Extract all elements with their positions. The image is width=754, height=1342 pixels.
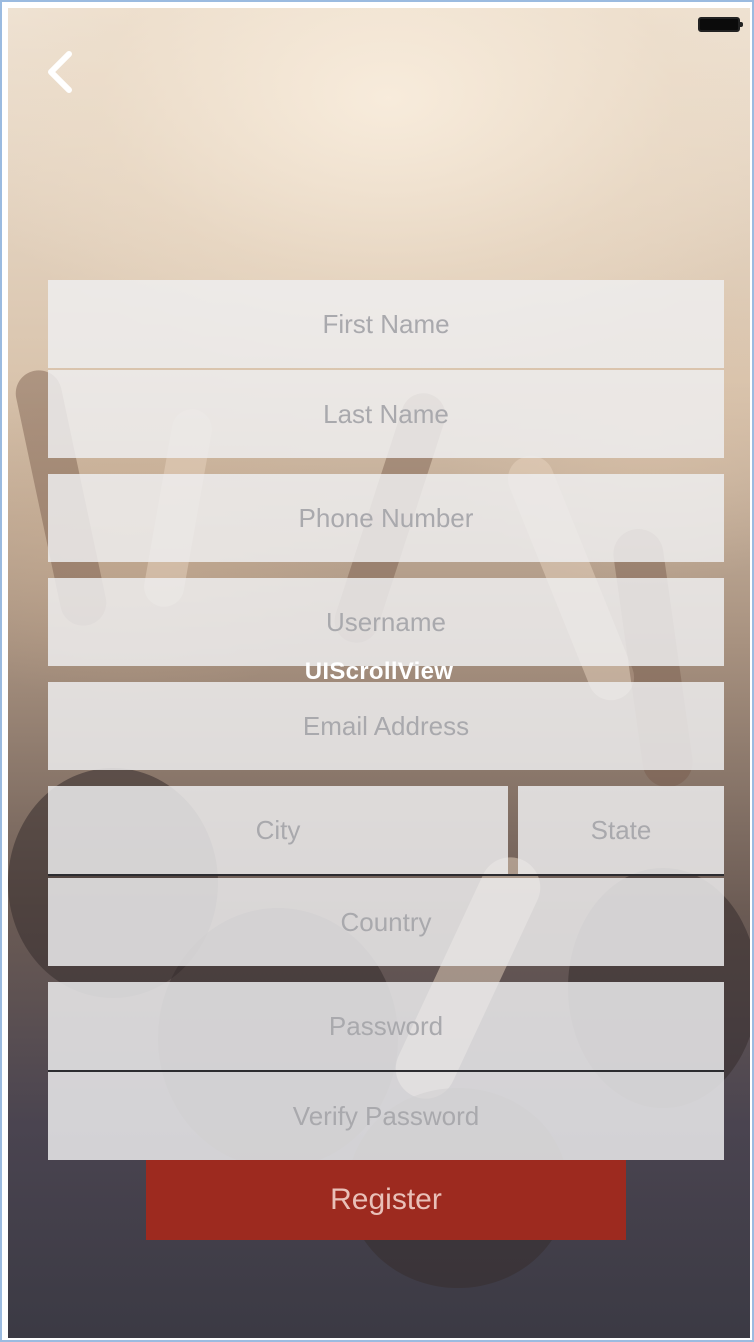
battery-icon [698, 17, 743, 32]
phone-number-input[interactable] [48, 473, 724, 563]
back-button[interactable] [40, 46, 80, 98]
country-field[interactable] [48, 877, 724, 967]
email-field[interactable] [48, 681, 724, 771]
first-name-input[interactable] [48, 279, 724, 369]
chevron-left-icon [48, 51, 72, 93]
email-input[interactable] [48, 681, 724, 771]
simulator-frame: UIScrollView Register [0, 0, 754, 1342]
background-concert-image: UIScrollView Register [8, 8, 750, 1338]
password-field[interactable] [48, 981, 724, 1071]
last-name-input[interactable] [48, 369, 724, 459]
country-input[interactable] [48, 877, 724, 967]
username-field[interactable] [48, 577, 724, 667]
state-input[interactable] [518, 785, 724, 875]
divider [48, 874, 724, 876]
verify-password-input[interactable] [48, 1071, 724, 1161]
scrollview-label: UIScrollView [304, 658, 454, 685]
register-button[interactable]: Register [146, 1160, 626, 1240]
phone-number-field[interactable] [48, 473, 724, 563]
verify-password-field[interactable] [48, 1071, 724, 1161]
password-input[interactable] [48, 981, 724, 1071]
city-input[interactable] [48, 785, 508, 875]
state-field[interactable] [518, 785, 724, 875]
city-field[interactable] [48, 785, 508, 875]
last-name-field[interactable] [48, 369, 724, 459]
username-input[interactable] [48, 577, 724, 667]
first-name-field[interactable] [48, 279, 724, 369]
